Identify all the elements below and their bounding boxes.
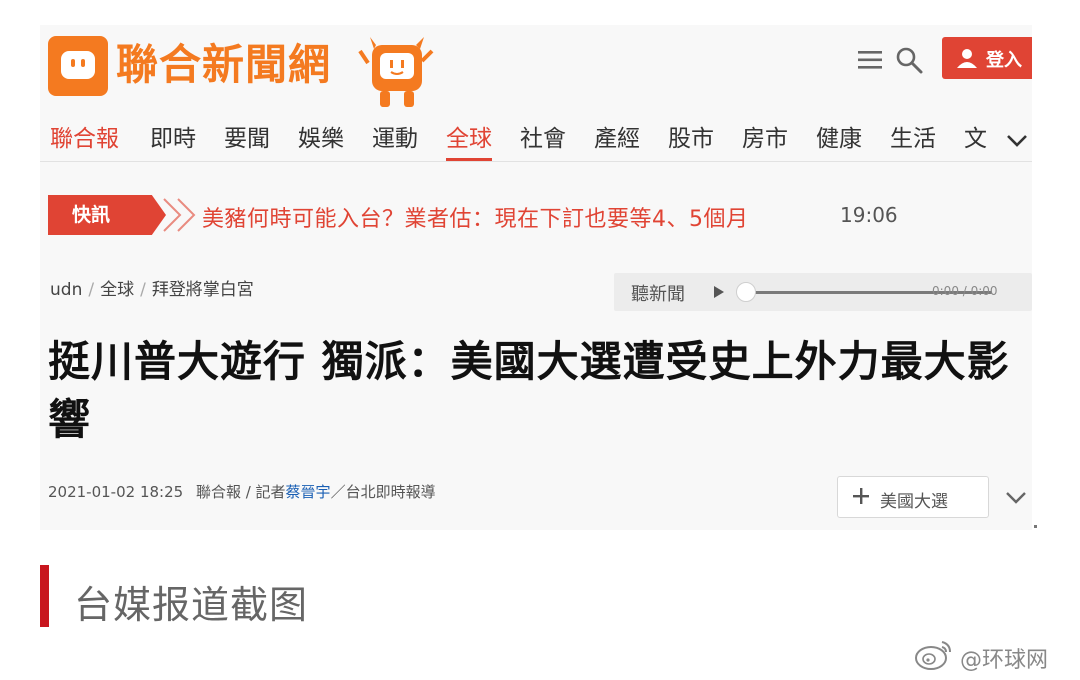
article-reporter[interactable]: 蔡晉宇 [286,483,331,501]
site-name[interactable]: 聯合新聞網 [116,37,331,93]
main-nav: 聯合報 即時 要聞 娛樂 運動 全球 社會 產經 股市 房市 健康 生活 文 [40,117,1032,162]
site-header: 聯合新聞網 登入 [40,25,1032,117]
nav-item-headlines[interactable]: 要聞 [224,124,270,154]
nav-item-health[interactable]: 健康 [816,124,862,154]
breadcrumb: udn / 全球 / 拜登將掌白宮 [50,280,254,300]
watermark: @环球网 [914,634,1074,674]
breaking-time: 19:06 [840,203,898,227]
article-title: 挺川普大遊行 獨派：美國大選遭受史上外力最大影響 [48,337,1010,444]
page: 聯合新聞網 登入 聯合報 即時 要聞 娛樂 運動 全球 社會 產經 股市 房市 … [0,0,1080,680]
nav-item-sports[interactable]: 運動 [372,124,418,154]
nav-item-instant[interactable]: 即時 [150,124,196,154]
dot-divider [1034,525,1037,528]
play-icon[interactable] [712,285,726,299]
nav-item-culture[interactable]: 文 [964,124,987,154]
nav-item-life[interactable]: 生活 [890,124,936,154]
search-icon[interactable] [894,45,924,75]
nav-item-global[interactable]: 全球 [446,124,492,161]
user-icon [957,49,977,68]
udn-logo-icon[interactable] [48,36,108,96]
login-button[interactable]: 登入 [942,37,1032,79]
plus-icon [853,488,869,504]
breadcrumb-topic[interactable]: 拜登將掌白宮 [152,280,254,300]
double-chevron-icon [163,198,196,232]
nav-item-housing[interactable]: 房市 [742,124,788,154]
breaking-tag: 快訊 [48,195,166,235]
news-screenshot: 聯合新聞網 登入 聯合報 即時 要聞 娛樂 運動 全球 社會 產經 股市 房市 … [40,25,1032,530]
follow-topic-button[interactable]: 美國大選 [837,476,989,518]
image-caption: 台媒报道截图 [74,583,309,627]
breadcrumb-udn[interactable]: udn [50,280,82,300]
watermark-text: @环球网 [960,648,1049,673]
weibo-icon [915,641,951,670]
article-datetime: 2021-01-02 18:25 [48,483,184,501]
caption-accent-bar [40,565,49,627]
player-time: 0:00 / 0:00 [932,284,998,298]
login-label: 登入 [986,50,1022,71]
breaking-news-bar: 快訊 美豬何時可能入台？業者估：現在下訂也要等4、5個月 19:06 [48,193,1008,237]
nav-item-society[interactable]: 社會 [520,124,566,154]
article-source: 聯合報 / 記者 [195,483,286,501]
menu-icon[interactable] [856,47,884,73]
breadcrumb-global[interactable]: 全球 [100,280,134,300]
player-label: 聽新聞 [631,284,685,305]
share-chevron-down-icon[interactable] [1004,487,1028,507]
nav-item-udn-daily[interactable]: 聯合報 [50,124,119,154]
mascot-icon [358,37,434,107]
article-meta: 2021-01-02 18:25 聯合報 / 記者蔡晉宇／台北即時報導 [48,481,436,502]
breaking-headline[interactable]: 美豬何時可能入台？業者估：現在下訂也要等4、5個月 [202,201,749,233]
nav-item-stocks[interactable]: 股市 [668,124,714,154]
nav-item-business[interactable]: 產經 [594,124,640,154]
article-bureau: ／台北即時報導 [330,483,436,501]
follow-topic-label: 美國大選 [880,492,948,512]
listen-news-player: 聽新聞 0:00 / 0:00 [614,273,1032,311]
nav-chevron-down-icon[interactable] [1004,129,1030,151]
player-progress-handle[interactable] [736,282,756,302]
nav-item-entertainment[interactable]: 娛樂 [298,124,344,154]
